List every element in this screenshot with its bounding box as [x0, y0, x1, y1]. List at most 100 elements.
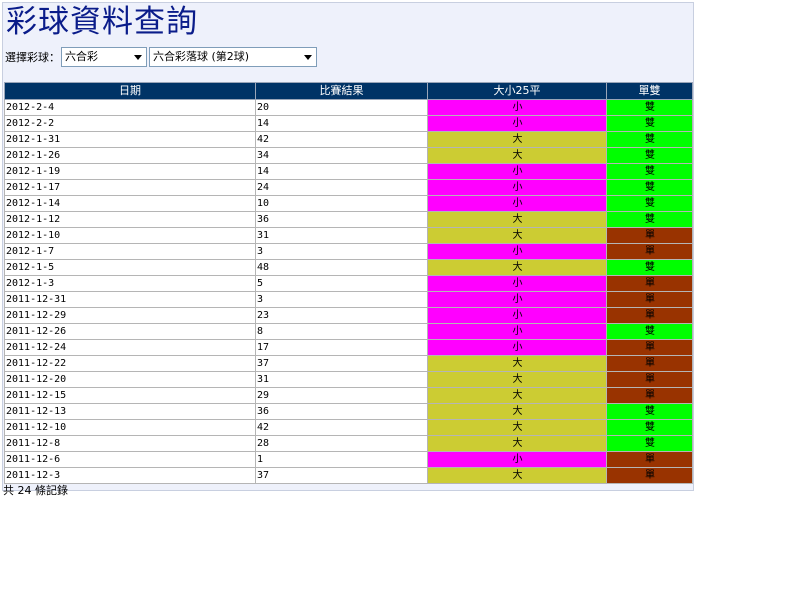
size-cell: 小 — [427, 291, 607, 308]
result-cell: 37 — [255, 355, 428, 372]
date-cell: 2011-12-8 — [4, 435, 256, 452]
result-cell: 8 — [255, 323, 428, 340]
size-cell: 大 — [427, 211, 607, 228]
table-row: 2012-1-10 31 大單 — [4, 227, 693, 244]
result-cell: 34 — [255, 147, 428, 164]
result-cell: 3 — [255, 243, 428, 260]
result-cell: 28 — [255, 435, 428, 452]
header-parity: 單雙 — [606, 82, 693, 100]
ball-select[interactable]: 六合彩落球 (第2球) — [149, 47, 317, 67]
table-row: 2011-12-26 8 小雙 — [4, 323, 693, 340]
date-cell: 2012-1-10 — [4, 227, 256, 244]
parity-cell: 雙 — [606, 323, 693, 340]
result-cell: 17 — [255, 339, 428, 356]
size-cell: 小 — [427, 243, 607, 260]
size-cell: 大 — [427, 227, 607, 244]
date-cell: 2011-12-15 — [4, 387, 256, 404]
date-cell: 2011-12-6 — [4, 451, 256, 468]
result-cell: 5 — [255, 275, 428, 292]
parity-cell: 雙 — [606, 435, 693, 452]
date-cell: 2012-1-14 — [4, 195, 256, 212]
table-row: 2012-1-19 14 小雙 — [4, 163, 693, 180]
table-row: 2011-12-8 28 大雙 — [4, 435, 693, 452]
lottery-select[interactable]: 六合彩 — [61, 47, 147, 67]
result-cell: 36 — [255, 403, 428, 420]
date-cell: 2012-1-7 — [4, 243, 256, 260]
table-row: 2012-1-5 48 大雙 — [4, 259, 693, 276]
date-cell: 2012-1-12 — [4, 211, 256, 228]
parity-cell: 單 — [606, 371, 693, 388]
date-cell: 2011-12-31 — [4, 291, 256, 308]
parity-cell: 雙 — [606, 99, 693, 116]
table-row: 2012-1-26 34 大雙 — [4, 147, 693, 164]
header-date: 日期 — [4, 82, 256, 100]
size-cell: 小 — [427, 339, 607, 356]
date-cell: 2012-1-3 — [4, 275, 256, 292]
table-row: 2011-12-3 37 大單 — [4, 467, 693, 484]
ball-select-value: 六合彩落球 (第2球) — [153, 50, 250, 63]
result-cell: 37 — [255, 467, 428, 484]
result-cell: 14 — [255, 163, 428, 180]
table-row: 2012-2-2 14 小雙 — [4, 115, 693, 132]
parity-cell: 雙 — [606, 419, 693, 436]
parity-cell: 單 — [606, 227, 693, 244]
date-cell: 2011-12-10 — [4, 419, 256, 436]
lottery-select-value: 六合彩 — [65, 50, 98, 63]
table-row: 2012-1-17 24 小雙 — [4, 179, 693, 196]
result-cell: 14 — [255, 115, 428, 132]
size-cell: 小 — [427, 451, 607, 468]
result-cell: 23 — [255, 307, 428, 324]
header-result: 比賽結果 — [255, 82, 428, 100]
date-cell: 2011-12-29 — [4, 307, 256, 324]
result-cell: 31 — [255, 371, 428, 388]
table-row: 2012-1-31 42 大雙 — [4, 131, 693, 148]
date-cell: 2012-1-31 — [4, 131, 256, 148]
table-row: 2012-1-12 36 大雙 — [4, 211, 693, 228]
result-cell: 10 — [255, 195, 428, 212]
parity-cell: 雙 — [606, 259, 693, 276]
date-cell: 2011-12-20 — [4, 371, 256, 388]
result-cell: 31 — [255, 227, 428, 244]
date-cell: 2011-12-13 — [4, 403, 256, 420]
parity-cell: 雙 — [606, 163, 693, 180]
parity-cell: 雙 — [606, 195, 693, 212]
size-cell: 大 — [427, 435, 607, 452]
size-cell: 小 — [427, 179, 607, 196]
date-cell: 2011-12-22 — [4, 355, 256, 372]
table-row: 2011-12-24 17 小單 — [4, 339, 693, 356]
size-cell: 小 — [427, 307, 607, 324]
parity-cell: 雙 — [606, 115, 693, 132]
result-cell: 20 — [255, 99, 428, 116]
result-cell: 36 — [255, 211, 428, 228]
date-cell: 2012-2-2 — [4, 115, 256, 132]
table-row: 2012-1-7 3 小單 — [4, 243, 693, 260]
table-row: 2012-1-14 10 小雙 — [4, 195, 693, 212]
date-cell: 2012-1-17 — [4, 179, 256, 196]
table-row: 2012-2-4 20 小雙 — [4, 99, 693, 116]
result-cell: 48 — [255, 259, 428, 276]
table-row: 2011-12-22 37 大單 — [4, 355, 693, 372]
page-title: 彩球資料查詢 — [6, 4, 198, 40]
size-cell: 小 — [427, 275, 607, 292]
table-row: 2011-12-6 1 小單 — [4, 451, 693, 468]
parity-cell: 雙 — [606, 211, 693, 228]
table-row: 2011-12-31 3 小單 — [4, 291, 693, 308]
size-cell: 小 — [427, 99, 607, 116]
parity-cell: 雙 — [606, 131, 693, 148]
parity-cell: 單 — [606, 275, 693, 292]
table-row: 2012-1-3 5 小單 — [4, 275, 693, 292]
date-cell: 2011-12-24 — [4, 339, 256, 356]
parity-cell: 雙 — [606, 179, 693, 196]
selector-row: 選擇彩球： 六合彩 六合彩落球 (第2球) — [5, 46, 319, 68]
size-cell: 大 — [427, 387, 607, 404]
table-row: 2011-12-29 23 小單 — [4, 307, 693, 324]
chevron-down-icon — [304, 55, 312, 60]
size-cell: 大 — [427, 259, 607, 276]
size-cell: 大 — [427, 147, 607, 164]
size-cell: 大 — [427, 355, 607, 372]
record-count: 共 24 條記錄 — [3, 484, 68, 497]
size-cell: 小 — [427, 195, 607, 212]
result-cell: 42 — [255, 131, 428, 148]
result-cell: 24 — [255, 179, 428, 196]
table-row: 2011-12-10 42 大雙 — [4, 419, 693, 436]
